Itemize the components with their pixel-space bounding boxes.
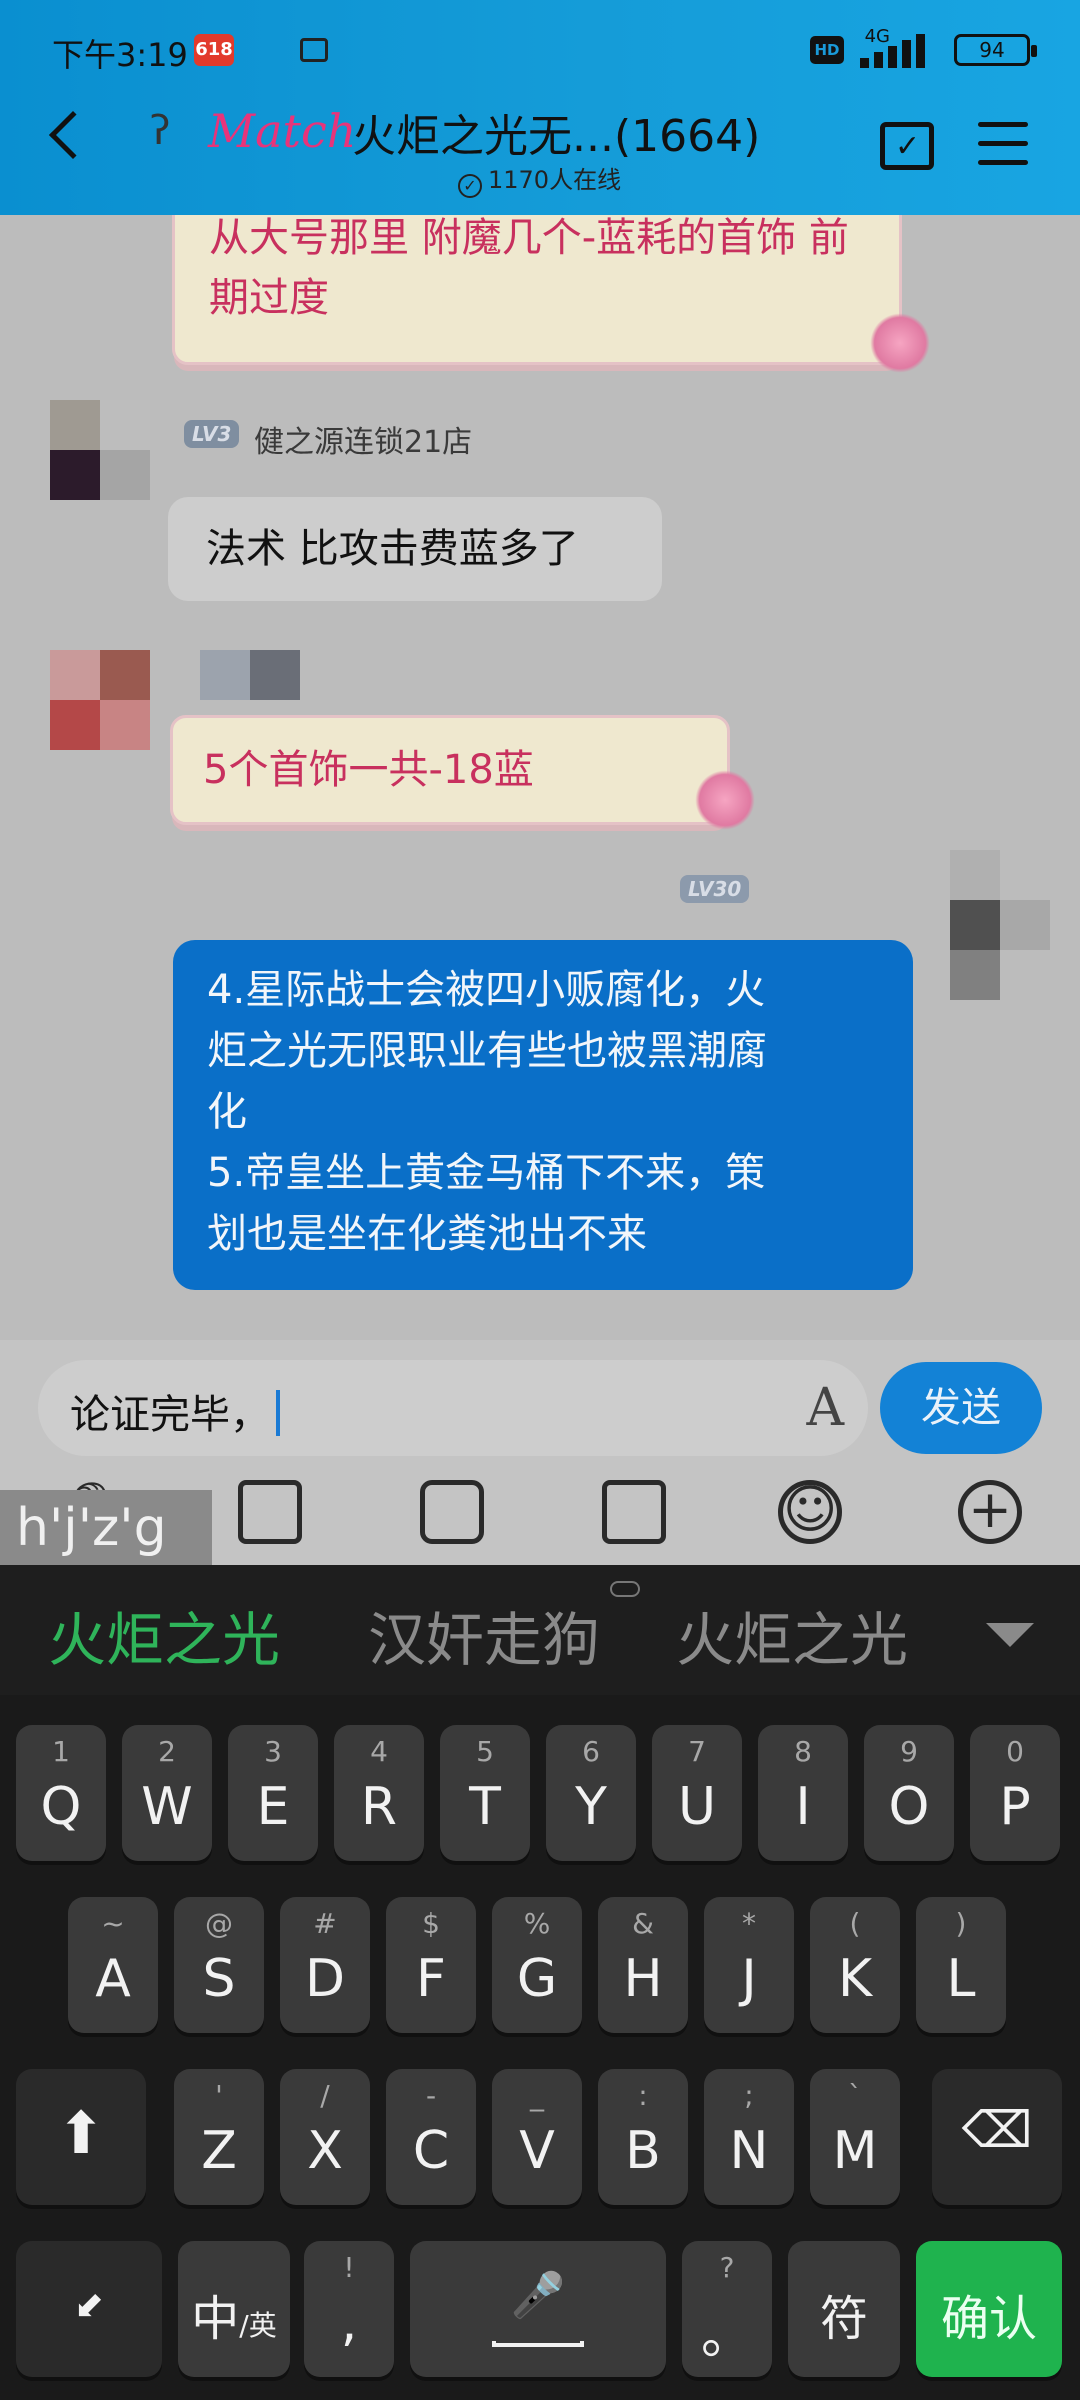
blurred-sender-name	[200, 650, 300, 700]
backspace-icon: ⌫	[961, 2101, 1033, 2159]
key-v[interactable]: _ V	[492, 2069, 582, 2205]
message-line: 化	[207, 1089, 247, 1135]
candidate-bar: 火炬之光 汉奸走狗 火炬之光	[0, 1565, 1080, 1695]
cloud-icon	[610, 1581, 640, 1597]
space-key[interactable]: 🎤	[410, 2241, 666, 2377]
chat-area[interactable]: 从大号那里 附魔几个-蓝耗的首饰 前期过度 LV3 健之源连锁21店 法术 比攻…	[0, 215, 1080, 1340]
key-y[interactable]: 6Y	[546, 1725, 636, 1861]
emoji-icon[interactable]: ☺	[778, 1480, 842, 1544]
menu-icon[interactable]	[978, 122, 1028, 166]
message-bubble[interactable]: 5个首饰一共-18蓝	[170, 715, 730, 825]
flower-decoration	[695, 770, 755, 830]
message-notification-icon	[300, 38, 328, 62]
hd-icon: HD	[810, 36, 844, 64]
message-input[interactable]: 论证完毕， A	[38, 1360, 868, 1456]
candidate-word[interactable]: 火炬之光	[676, 1593, 908, 1677]
sender-level: LV3	[184, 420, 240, 448]
comma-key[interactable]: !,	[304, 2241, 394, 2377]
key-g[interactable]: % G	[492, 1897, 582, 2033]
shift-key[interactable]: ⬆	[16, 2069, 146, 2205]
key-c[interactable]: -C	[386, 2069, 476, 2205]
key-j[interactable]: * J	[704, 1897, 794, 2033]
key-i[interactable]: 8I	[758, 1725, 848, 1861]
symbol-key[interactable]: 符	[788, 2241, 900, 2377]
message-line: 5.帝皇坐上黄金马桶下不来，策	[207, 1150, 766, 1196]
key-p[interactable]: 0P	[970, 1725, 1060, 1861]
key-k[interactable]: (K	[810, 1897, 900, 2033]
key-q[interactable]: 1Q	[16, 1725, 106, 1861]
key-w[interactable]: 2W	[122, 1725, 212, 1861]
top-bar: 下午3:19 618 HD 4G 94 ʔ Match 火炬之光无...(166…	[0, 0, 1080, 215]
microphone-icon: 🎤	[510, 2270, 566, 2321]
calendar-check-icon[interactable]	[880, 122, 934, 170]
key-e[interactable]: 3E	[228, 1725, 318, 1861]
plus-icon[interactable]: +	[958, 1480, 1022, 1544]
signal-icon	[860, 34, 932, 68]
message-bubble[interactable]: 法术 比攻击费蓝多了	[168, 497, 662, 601]
message-text: 法术 比攻击费蓝多了	[206, 526, 579, 572]
message-bubble[interactable]: 4.星际战士会被四小贩腐化，火 炬之光无限职业有些也被黑潮腐 化 5.帝皇坐上黄…	[173, 940, 913, 1290]
ear-icon[interactable]: ʔ	[150, 108, 170, 154]
message-bubble[interactable]: 从大号那里 附魔几个-蓝耗的首饰 前期过度	[172, 215, 902, 365]
key-t[interactable]: 5T	[440, 1725, 530, 1861]
app-618-icon: 618	[194, 34, 234, 66]
status-bar: 下午3:19 618 HD 4G 94	[52, 26, 1040, 76]
status-time: 下午3:19	[52, 36, 188, 74]
tools-icon: ⬋	[73, 2285, 105, 2326]
avatar[interactable]	[50, 650, 150, 750]
message-line: 4.星际战士会被四小贩腐化，火	[207, 967, 766, 1013]
key-m[interactable]: ` M	[810, 2069, 900, 2205]
online-count: ✓ 1170人在线	[458, 160, 621, 198]
keyboard: 1Q 2W 3E 4R 5T 6Y 7U 8I 9O 0P ~ A @ S # D $…	[0, 1695, 1080, 2400]
check-circle-icon: ✓	[458, 174, 482, 198]
period-key[interactable]: ?。	[682, 2241, 772, 2377]
key-s[interactable]: @ S	[174, 1897, 264, 2033]
key-x[interactable]: / X	[280, 2069, 370, 2205]
message-text: 5个首饰一共-18蓝	[203, 747, 534, 793]
shift-icon: ⬆	[56, 2099, 106, 2167]
pinyin-composition: h'j'z'g	[0, 1490, 212, 1566]
backspace-key[interactable]: ⌫	[932, 2069, 1062, 2205]
camera-icon[interactable]	[420, 1480, 484, 1544]
message-line: 炬之光无限职业有些也被黑潮腐	[207, 1028, 767, 1074]
language-switch-key[interactable]: 中/英	[178, 2241, 290, 2377]
key-l[interactable]: ) L	[916, 1897, 1006, 2033]
key-b[interactable]: :B	[598, 2069, 688, 2205]
confirm-key[interactable]: 确认	[916, 2241, 1062, 2377]
back-icon[interactable]	[48, 110, 98, 160]
image-icon[interactable]	[238, 1480, 302, 1544]
send-button[interactable]: 发送	[880, 1362, 1042, 1454]
key-n[interactable]: ; N	[704, 2069, 794, 2205]
key-r[interactable]: 4R	[334, 1725, 424, 1861]
key-z[interactable]: ' Z	[174, 2069, 264, 2205]
key-u[interactable]: 7U	[652, 1725, 742, 1861]
key-f[interactable]: $ F	[386, 1897, 476, 2033]
key-d[interactable]: # D	[280, 1897, 370, 2033]
candidate-word[interactable]: 汉奸走狗	[368, 1593, 600, 1677]
group-title[interactable]: 火炬之光无...(1664)	[352, 100, 760, 164]
key-a[interactable]: ~ A	[68, 1897, 158, 2033]
expand-candidates-icon[interactable]	[986, 1623, 1034, 1647]
key-o[interactable]: 9O	[864, 1725, 954, 1861]
message-input-value: 论证完毕，	[70, 1382, 280, 1440]
red-packet-icon[interactable]	[602, 1480, 666, 1544]
key-h[interactable]: & H	[598, 1897, 688, 2033]
keyboard-tools-key[interactable]: ⬋	[16, 2241, 162, 2377]
match-logo: Match	[208, 104, 357, 158]
flower-decoration	[870, 313, 930, 373]
avatar[interactable]	[50, 400, 150, 500]
space-bar-line	[492, 2341, 584, 2347]
sender-level: LV30	[680, 875, 750, 903]
text-caret	[276, 1390, 280, 1436]
text-style-icon[interactable]: A	[806, 1378, 844, 1438]
candidate-word[interactable]: 火炬之光	[48, 1593, 280, 1677]
sender-name[interactable]: 健之源连锁21店	[254, 417, 472, 461]
message-text: 从大号那里 附魔几个-蓝耗的首饰 前期过度	[209, 215, 849, 321]
avatar[interactable]	[950, 850, 1050, 1000]
battery-icon: 94	[954, 34, 1037, 66]
message-line: 划也是坐在化粪池出不来	[207, 1211, 647, 1257]
